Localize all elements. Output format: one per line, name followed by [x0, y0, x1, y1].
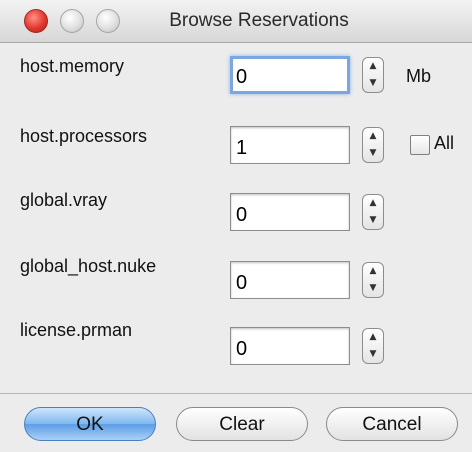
- stepper-down-icon[interactable]: ▼: [363, 212, 383, 229]
- window-title: Browse Reservations: [169, 10, 349, 31]
- stepper-up-icon[interactable]: ▲: [363, 128, 383, 145]
- stepper-up-icon[interactable]: ▲: [363, 58, 383, 75]
- global-vray-input[interactable]: [230, 193, 350, 231]
- global-host-nuke-label: global_host.nuke: [20, 256, 157, 276]
- license-prman-input[interactable]: [230, 327, 350, 365]
- all-checkbox-label[interactable]: All: [434, 133, 454, 154]
- ok-button[interactable]: OK: [24, 407, 156, 441]
- host-processors-label: host.processors: [20, 126, 148, 146]
- license-prman-label: license.prman: [20, 320, 133, 340]
- stepper-down-icon[interactable]: ▼: [363, 346, 383, 363]
- host-memory-input[interactable]: [230, 56, 350, 94]
- stepper-up-icon[interactable]: ▲: [363, 329, 383, 346]
- global-host-nuke-stepper[interactable]: ▲ ▼: [362, 262, 384, 298]
- host-memory-label: host.memory: [20, 56, 125, 76]
- global-vray-label: global.vray: [20, 190, 108, 210]
- all-checkbox[interactable]: [410, 135, 430, 155]
- button-bar-divider: [0, 393, 472, 394]
- global-host-nuke-input[interactable]: [230, 261, 350, 299]
- host-memory-stepper[interactable]: ▲ ▼: [362, 57, 384, 93]
- browse-reservations-window: Browse Reservations host.memory ▲ ▼ Mb h…: [0, 0, 472, 452]
- clear-button[interactable]: Clear: [176, 407, 308, 441]
- title-bar[interactable]: Browse Reservations: [0, 0, 472, 43]
- stepper-up-icon[interactable]: ▲: [363, 263, 383, 280]
- global-vray-stepper[interactable]: ▲ ▼: [362, 194, 384, 230]
- cancel-button[interactable]: Cancel: [326, 407, 458, 441]
- memory-unit-label: Mb: [406, 66, 432, 86]
- stepper-up-icon[interactable]: ▲: [363, 195, 383, 212]
- host-processors-stepper[interactable]: ▲ ▼: [362, 127, 384, 163]
- stepper-down-icon[interactable]: ▼: [363, 145, 383, 162]
- host-processors-input[interactable]: [230, 126, 350, 164]
- stepper-down-icon[interactable]: ▼: [363, 75, 383, 92]
- license-prman-stepper[interactable]: ▲ ▼: [362, 328, 384, 364]
- stepper-down-icon[interactable]: ▼: [363, 280, 383, 297]
